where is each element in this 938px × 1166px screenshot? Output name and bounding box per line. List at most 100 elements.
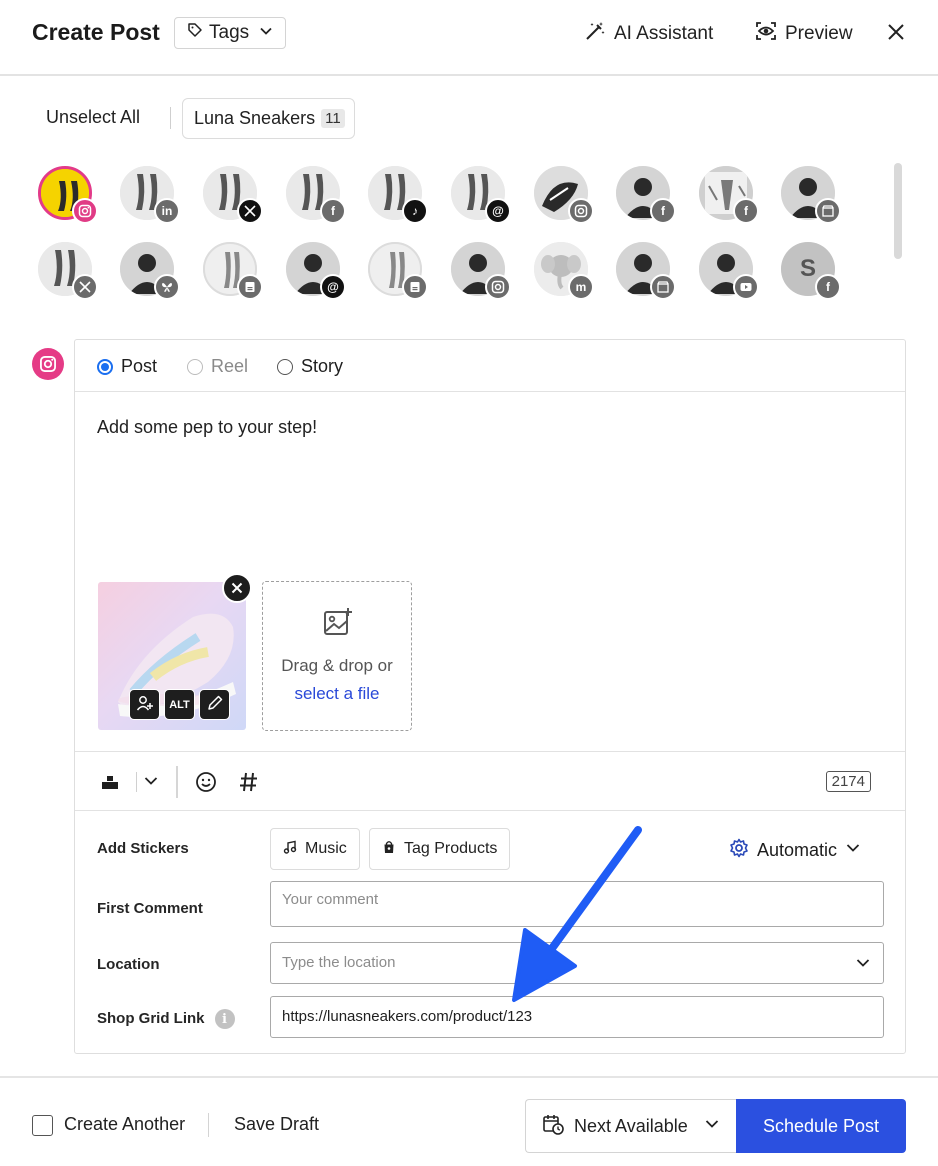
avatar-initial: S bbox=[799, 255, 816, 282]
first-comment-input[interactable]: Your comment bbox=[270, 881, 884, 927]
threads-icon: @ bbox=[320, 274, 346, 300]
create-another-checkbox[interactable] bbox=[32, 1115, 53, 1136]
google-business-icon bbox=[815, 198, 841, 224]
chevron-down-icon[interactable] bbox=[143, 773, 159, 794]
account-avatar[interactable] bbox=[451, 242, 511, 300]
account-avatar[interactable] bbox=[38, 242, 98, 300]
next-available-dropdown[interactable]: Next Available bbox=[525, 1099, 737, 1153]
create-another-label[interactable]: Create Another bbox=[64, 1114, 185, 1135]
tiktok-icon: ♪ bbox=[402, 198, 428, 224]
post-type-post[interactable]: Post bbox=[97, 356, 157, 377]
post-type-label: Post bbox=[121, 356, 158, 376]
instagram-icon bbox=[485, 274, 511, 300]
gear-icon bbox=[729, 838, 749, 863]
instagram-icon bbox=[72, 198, 98, 224]
location-label: Location bbox=[97, 956, 160, 973]
shopping-bag-icon bbox=[382, 840, 396, 859]
facebook-icon: f bbox=[815, 274, 841, 300]
dropzone-text: Drag & drop or bbox=[281, 656, 393, 675]
media-dropzone[interactable]: Drag & drop or select a file bbox=[262, 581, 412, 731]
account-avatar[interactable] bbox=[534, 166, 594, 224]
caption-text[interactable]: Add some pep to your step! bbox=[97, 417, 317, 438]
account-avatar[interactable] bbox=[203, 166, 263, 224]
page-title: Create Post bbox=[32, 19, 160, 45]
select-file-link[interactable]: select a file bbox=[263, 680, 411, 708]
business-card-icon bbox=[237, 274, 263, 300]
calendar-clock-icon bbox=[542, 1113, 564, 1140]
hashtag-icon[interactable] bbox=[238, 770, 260, 799]
account-avatar[interactable]: S f bbox=[781, 242, 841, 300]
alt-text-button[interactable]: ALT bbox=[164, 689, 195, 720]
automatic-label: Automatic bbox=[757, 840, 838, 860]
youtube-icon bbox=[733, 274, 759, 300]
facebook-icon: f bbox=[733, 198, 759, 224]
business-card-icon bbox=[402, 274, 428, 300]
user-plus-icon bbox=[136, 694, 154, 715]
account-avatar[interactable] bbox=[368, 242, 428, 300]
edit-media-button[interactable] bbox=[199, 689, 230, 720]
account-avatar[interactable] bbox=[699, 242, 759, 300]
account-avatar[interactable]: f bbox=[616, 166, 676, 224]
tag-products-button[interactable]: Tag Products bbox=[369, 828, 511, 870]
post-type-reel[interactable]: Reel bbox=[187, 356, 248, 377]
save-draft-button[interactable]: Save Draft bbox=[234, 1114, 319, 1135]
account-avatar[interactable] bbox=[616, 242, 676, 300]
account-avatar[interactable] bbox=[38, 166, 98, 224]
schedule-post-button[interactable]: Schedule Post bbox=[736, 1099, 906, 1153]
preview-button[interactable]: Preview bbox=[755, 20, 853, 48]
snippets-icon[interactable] bbox=[100, 772, 120, 797]
threads-icon: @ bbox=[485, 198, 511, 224]
alt-label: ALT bbox=[169, 698, 190, 711]
tag-icon bbox=[187, 22, 203, 44]
media-tools: ALT bbox=[129, 689, 230, 720]
account-avatar[interactable] bbox=[781, 166, 841, 224]
radio-selected bbox=[97, 358, 113, 375]
remove-media-button[interactable] bbox=[222, 573, 252, 603]
ai-assistant-button[interactable]: AI Assistant bbox=[584, 20, 713, 48]
tags-dropdown[interactable]: Tags bbox=[174, 17, 286, 49]
group-name: Luna Sneakers bbox=[194, 108, 316, 128]
music-button[interactable]: Music bbox=[270, 828, 360, 870]
chevron-down-icon bbox=[259, 22, 273, 44]
emoji-icon[interactable] bbox=[194, 770, 218, 799]
chevron-down-icon[interactable] bbox=[855, 955, 871, 971]
automatic-dropdown[interactable]: Automatic bbox=[729, 838, 861, 863]
x-icon bbox=[237, 198, 263, 224]
avatars-scrollbar[interactable] bbox=[894, 163, 902, 259]
google-business-icon bbox=[650, 274, 676, 300]
account-avatar[interactable]: m bbox=[534, 242, 594, 300]
account-avatars: in f ♪ @ f f @ m S f bbox=[0, 160, 880, 310]
instagram-icon bbox=[568, 198, 594, 224]
linkedin-icon: in bbox=[154, 198, 180, 224]
account-avatar[interactable]: f bbox=[286, 166, 346, 224]
account-avatar[interactable]: @ bbox=[286, 242, 346, 300]
post-type-story[interactable]: Story bbox=[277, 356, 343, 377]
account-avatar[interactable] bbox=[120, 242, 180, 300]
shop-grid-link-input[interactable]: https://lunasneakers.com/product/123 bbox=[270, 996, 884, 1038]
divider bbox=[136, 772, 137, 792]
mastodon-icon: m bbox=[568, 274, 594, 300]
post-type-label: Reel bbox=[211, 356, 249, 376]
account-avatar[interactable]: @ bbox=[451, 166, 511, 224]
tags-label: Tags bbox=[209, 22, 250, 43]
tag-user-button[interactable] bbox=[129, 689, 160, 720]
chevron-down-icon bbox=[704, 1116, 720, 1137]
location-input[interactable]: Type the location bbox=[270, 942, 884, 984]
ai-assistant-label: AI Assistant bbox=[614, 23, 714, 44]
next-available-label: Next Available bbox=[574, 1115, 688, 1136]
close-icon[interactable] bbox=[884, 20, 908, 44]
chevron-down-icon bbox=[845, 840, 861, 861]
account-avatar[interactable]: ♪ bbox=[368, 166, 428, 224]
account-group-chip[interactable]: Luna Sneakers 11 bbox=[182, 98, 355, 139]
radio-disabled bbox=[187, 358, 203, 375]
facebook-icon: f bbox=[650, 198, 676, 224]
music-note-icon bbox=[283, 840, 297, 859]
info-icon[interactable]: i bbox=[214, 1009, 235, 1029]
post-type-label: Story bbox=[301, 356, 344, 376]
magic-wand-icon bbox=[584, 20, 606, 48]
add-image-icon bbox=[322, 606, 354, 643]
account-avatar[interactable]: in bbox=[120, 166, 180, 224]
unselect-all-button[interactable]: Unselect All bbox=[46, 107, 140, 128]
account-avatar[interactable]: f bbox=[699, 166, 759, 224]
account-avatar[interactable] bbox=[203, 242, 263, 300]
